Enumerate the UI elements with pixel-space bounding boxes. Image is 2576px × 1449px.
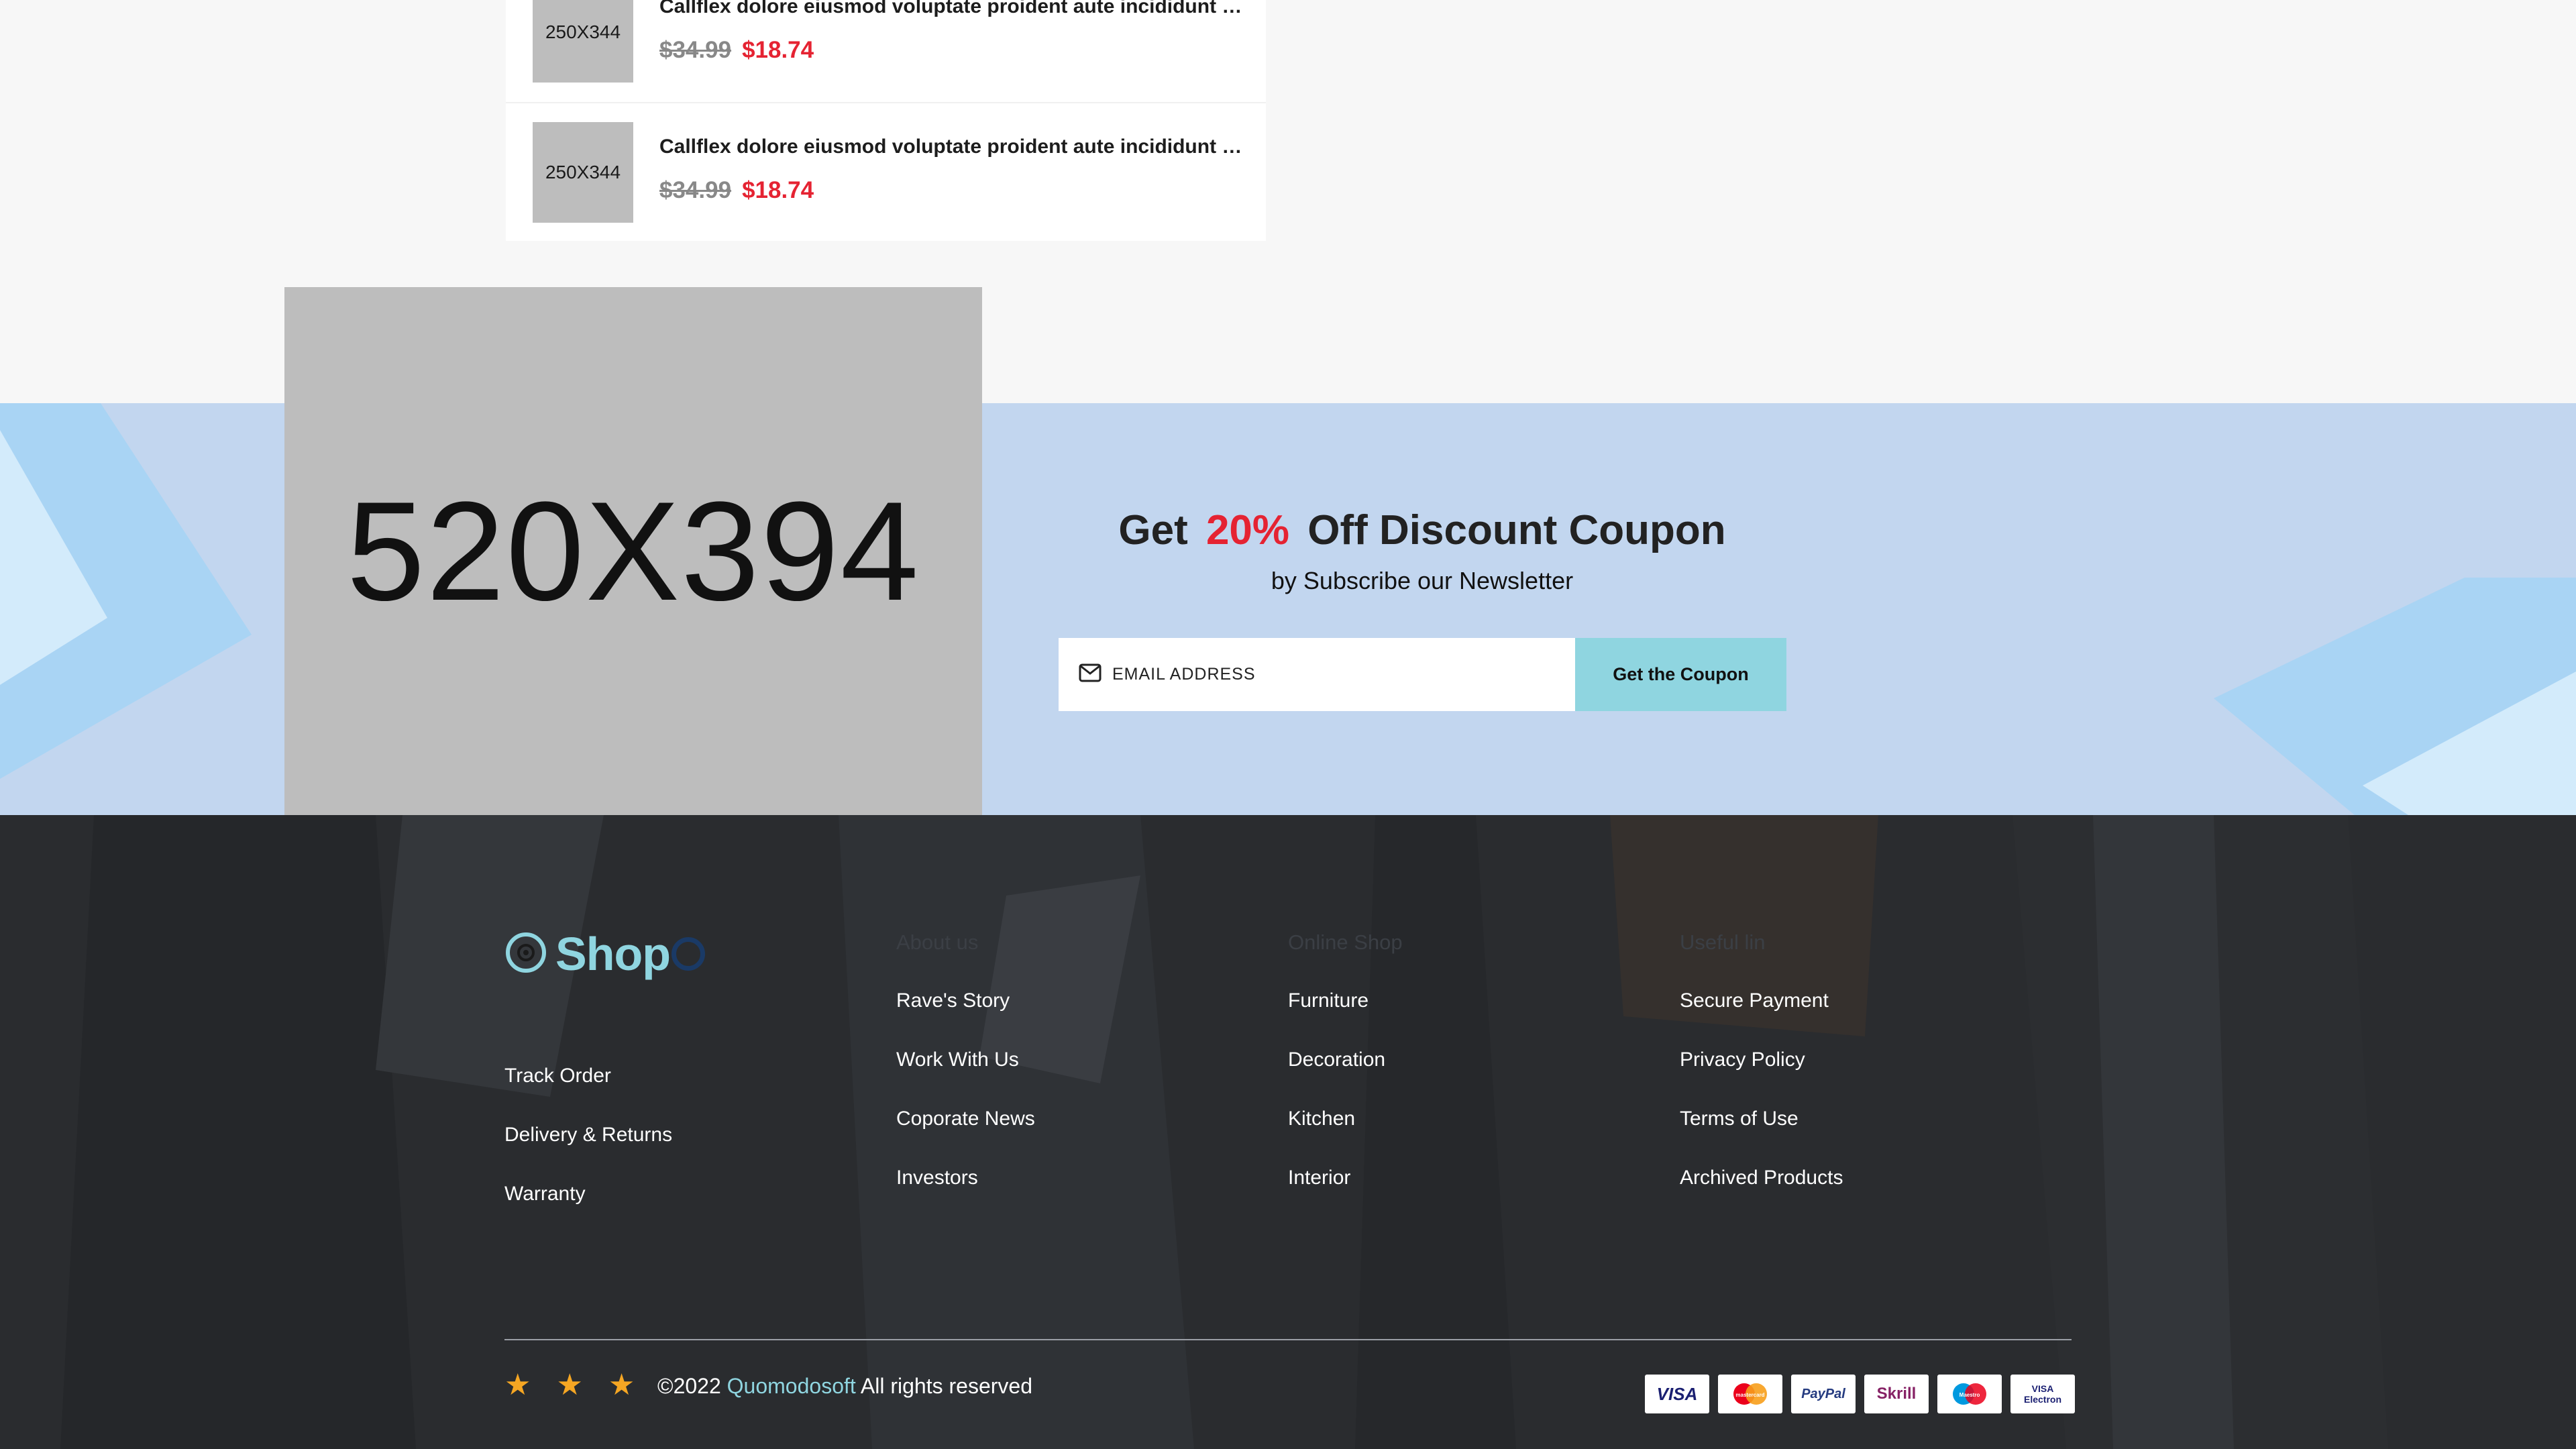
- logo-o-mark: [671, 937, 705, 971]
- visa-electron-icon: VISA Electron: [2010, 1375, 2075, 1413]
- paypal-icon: PayPal: [1791, 1375, 1856, 1413]
- payment-methods: VISA mastercard PayPal Skrill Maestro VI…: [1645, 1375, 2075, 1413]
- footer-link-coporate-news[interactable]: Coporate News: [896, 1106, 1035, 1165]
- footer-link-decoration[interactable]: Decoration: [1288, 1046, 1385, 1106]
- logo-target-icon: [504, 931, 547, 977]
- right-decorative-shape: [2214, 578, 2576, 815]
- sale-price: $18.74: [742, 177, 814, 203]
- footer-link-work-with-us[interactable]: Work With Us: [896, 1046, 1035, 1106]
- footer-link-secure-payment[interactable]: Secure Payment: [1680, 987, 1843, 1046]
- star-icon: ★: [608, 1368, 635, 1401]
- svg-text:Maestro: Maestro: [1960, 1392, 1980, 1398]
- footer-link-interior[interactable]: Interior: [1288, 1165, 1385, 1224]
- product-prices: $34.99 $18.74: [659, 177, 814, 204]
- discount-percent: 20%: [1205, 507, 1290, 553]
- footer-link-terms-of-use[interactable]: Terms of Use: [1680, 1106, 1843, 1165]
- newsletter-heading: Get 20% Off Discount Coupon: [966, 506, 1878, 554]
- footer-link-track-order[interactable]: Track Order: [504, 1063, 672, 1122]
- maestro-icon: Maestro: [1937, 1375, 2002, 1413]
- email-field-wrapper[interactable]: [1059, 638, 1575, 711]
- footer-link-raves-story[interactable]: Rave's Story: [896, 987, 1035, 1046]
- old-price: $34.99: [659, 177, 732, 203]
- footer-column-heading-shop: Online Shop: [1288, 930, 1403, 954]
- newsletter-image-placeholder: 520X394: [284, 287, 982, 815]
- footer-link-archived-products[interactable]: Archived Products: [1680, 1165, 1843, 1224]
- product-list-item[interactable]: 250X344 Callflex dolore eiusmod voluptat…: [506, 102, 1266, 242]
- footer-divider: [504, 1339, 2072, 1340]
- copyright-text: ©2022 Quomodosoft All rights reserved: [657, 1374, 1032, 1399]
- footer-column-heading-useful: Useful lin: [1680, 930, 1766, 954]
- copyright-rights: All rights reserved: [860, 1374, 1032, 1398]
- footer-link-delivery-returns[interactable]: Delivery & Returns: [504, 1122, 672, 1181]
- footer-link-furniture[interactable]: Furniture: [1288, 987, 1385, 1046]
- product-title[interactable]: Callflex dolore eiusmod voluptate proide…: [659, 136, 1243, 158]
- product-list-card: 250X344 Callflex dolore eiusmod voluptat…: [506, 0, 1266, 241]
- footer-column-useful: Secure Payment Privacy Policy Terms of U…: [1680, 987, 1843, 1224]
- rating-stars: ★ ★ ★: [504, 1368, 635, 1402]
- heading-get: Get: [1118, 507, 1188, 553]
- logo-text: Shop: [555, 928, 671, 980]
- newsletter-subheading: by Subscribe our Newsletter: [1271, 567, 1574, 594]
- star-icon: ★: [504, 1368, 531, 1401]
- star-icon: ★: [556, 1368, 583, 1401]
- footer-logo[interactable]: Shop: [504, 928, 705, 980]
- old-price: $34.99: [659, 37, 732, 63]
- sale-price: $18.74: [742, 37, 814, 63]
- get-coupon-button[interactable]: Get the Coupon: [1575, 638, 1786, 711]
- mail-icon: [1079, 663, 1102, 686]
- footer-column-support: Track Order Delivery & Returns Warranty: [504, 1063, 672, 1240]
- newsletter-form: Get the Coupon: [1059, 638, 1786, 711]
- product-thumbnail[interactable]: 250X344: [533, 0, 633, 83]
- footer-column-about: Rave's Story Work With Us Coporate News …: [896, 987, 1035, 1224]
- heading-rest: Off Discount Coupon: [1307, 507, 1726, 553]
- left-decorative-shape: [0, 403, 282, 815]
- svg-text:mastercard: mastercard: [1735, 1392, 1764, 1398]
- footer-link-kitchen[interactable]: Kitchen: [1288, 1106, 1385, 1165]
- footer-column-shop: Furniture Decoration Kitchen Interior: [1288, 987, 1385, 1224]
- skrill-icon: Skrill: [1864, 1375, 1929, 1413]
- visa-icon: VISA: [1645, 1375, 1709, 1413]
- product-prices: $34.99 $18.74: [659, 37, 814, 64]
- product-title[interactable]: Callflex dolore eiusmod voluptate proide…: [659, 0, 1243, 18]
- product-thumbnail[interactable]: 250X344: [533, 122, 633, 223]
- mastercard-icon: mastercard: [1718, 1375, 1782, 1413]
- footer-link-warranty[interactable]: Warranty: [504, 1181, 672, 1240]
- copyright-year: ©2022: [657, 1374, 721, 1398]
- footer-link-investors[interactable]: Investors: [896, 1165, 1035, 1224]
- footer-link-privacy-policy[interactable]: Privacy Policy: [1680, 1046, 1843, 1106]
- product-list-item[interactable]: 250X344 Callflex dolore eiusmod voluptat…: [506, 0, 1266, 103]
- email-input[interactable]: [1111, 664, 1570, 685]
- copyright-brand-link[interactable]: Quomodosoft: [727, 1374, 856, 1398]
- footer-column-heading-about: About us: [896, 930, 979, 954]
